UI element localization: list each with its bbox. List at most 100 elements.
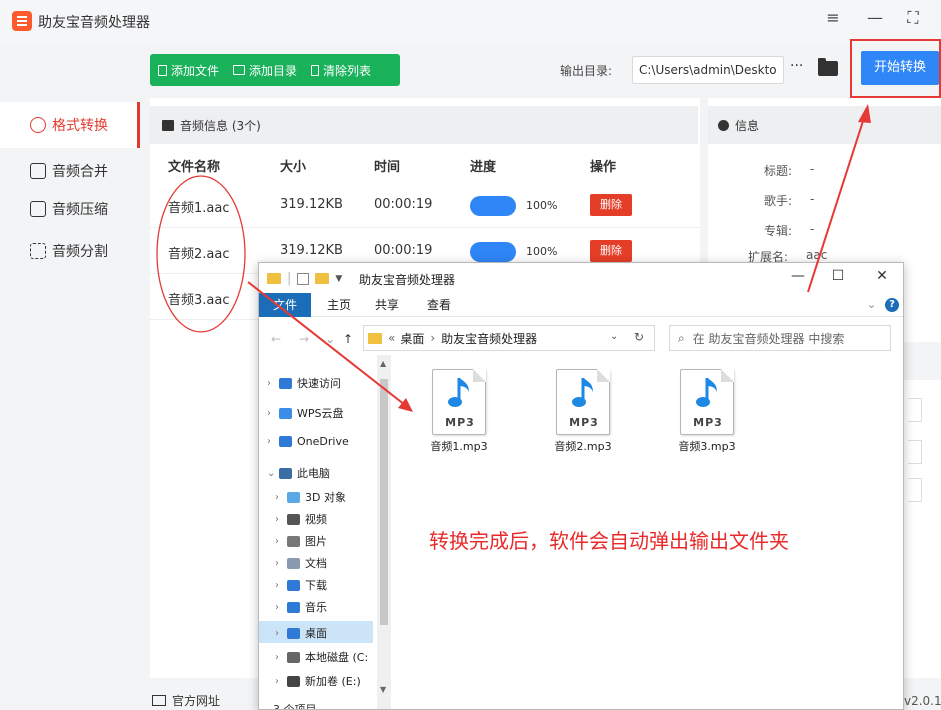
menu-icon[interactable]: ≡ bbox=[820, 8, 846, 27]
open-folder-icon[interactable] bbox=[818, 58, 838, 76]
file-type-badge: MP3 bbox=[569, 416, 599, 429]
tree-item-icon bbox=[287, 535, 300, 547]
tree-item-icon bbox=[287, 651, 300, 663]
convert-icon bbox=[30, 117, 46, 133]
sidebar-item-convert[interactable]: 格式转换 bbox=[0, 102, 140, 148]
sidebar-item-compress[interactable]: 音频压缩 bbox=[0, 186, 140, 232]
tree-item[interactable]: › 3D 对象 bbox=[275, 489, 346, 505]
tree-item-icon bbox=[287, 601, 300, 613]
tab-share[interactable]: 共享 bbox=[367, 293, 407, 317]
add-file-button[interactable]: 添加文件 bbox=[158, 62, 219, 79]
delete-button[interactable]: 删除 bbox=[590, 240, 632, 262]
tab-file[interactable]: 文件 bbox=[259, 293, 311, 317]
chevron-right-icon[interactable]: › bbox=[275, 580, 287, 591]
mp3-file-item[interactable]: MP3 音频3.mp3 bbox=[671, 369, 743, 454]
mp3-file-item[interactable]: MP3 音频1.mp3 bbox=[423, 369, 495, 454]
option-select[interactable] bbox=[908, 398, 922, 422]
file-actions-group: 添加文件 添加目录 清除列表 bbox=[150, 54, 400, 86]
chevron-right-icon[interactable]: › bbox=[275, 602, 287, 613]
chevron-right-icon[interactable]: › bbox=[267, 378, 279, 389]
tree-item[interactable]: › 下载 bbox=[275, 577, 327, 593]
chevron-right-icon[interactable]: › bbox=[267, 408, 279, 419]
help-icon[interactable]: ? bbox=[885, 298, 899, 312]
explorer-close-button[interactable]: ✕ bbox=[871, 268, 893, 284]
folder-icon bbox=[233, 65, 246, 75]
chevron-right-icon[interactable]: › bbox=[275, 652, 287, 663]
address-dropdown-icon[interactable]: ⌄ bbox=[610, 331, 618, 342]
folder-icon bbox=[267, 273, 281, 284]
col-time: 时间 bbox=[374, 160, 401, 175]
tree-item-icon bbox=[287, 513, 300, 525]
annotation-text: 转换完成后，软件会自动弹出输出文件夹 bbox=[429, 529, 789, 553]
chevron-right-icon[interactable]: › bbox=[275, 514, 287, 525]
minimize-button[interactable]: — bbox=[862, 8, 888, 27]
tree-item[interactable]: › OneDrive bbox=[267, 435, 349, 448]
maximize-button[interactable]: ⛶ bbox=[900, 8, 926, 28]
mp3-file-icon: MP3 bbox=[432, 369, 486, 435]
start-convert-button[interactable]: 开始转换 bbox=[861, 51, 939, 85]
file-name: 音频2.aac bbox=[168, 247, 230, 262]
tree-item-icon bbox=[287, 557, 300, 569]
chevron-down-icon[interactable]: ▼ bbox=[335, 274, 342, 284]
ribbon-tabs: 文件 主页 共享 查看 ⌄ ? bbox=[259, 293, 903, 317]
output-dir-field[interactable]: C:\Users\admin\Deskto bbox=[632, 56, 784, 84]
tree-item[interactable]: › 快速访问 bbox=[267, 375, 341, 391]
chevron-right-icon[interactable]: › bbox=[275, 628, 287, 639]
search-input[interactable]: ⌕ 在 助友宝音频处理器 中搜索 bbox=[669, 325, 891, 351]
new-folder-icon[interactable] bbox=[315, 273, 330, 284]
scrollbar-thumb[interactable] bbox=[380, 379, 388, 625]
tree-item-label: 新加卷 (E:) bbox=[305, 675, 361, 688]
option-select[interactable] bbox=[908, 478, 922, 502]
explorer-title-bar: | ▼ 助友宝音频处理器 — ☐ ✕ bbox=[259, 263, 903, 293]
web-icon bbox=[152, 695, 166, 706]
chevron-down-icon[interactable]: ⌄ bbox=[267, 468, 279, 479]
progress-percent: 100% bbox=[526, 245, 558, 258]
website-link[interactable]: 官方网址 bbox=[152, 692, 220, 709]
tree-item[interactable]: › WPS云盘 bbox=[267, 405, 344, 421]
add-dir-button[interactable]: 添加目录 bbox=[233, 62, 297, 79]
version-label: v2.0.1 bbox=[904, 694, 941, 708]
clear-list-button[interactable]: 清除列表 bbox=[311, 62, 371, 79]
delete-button[interactable]: 删除 bbox=[590, 194, 632, 216]
image-icon bbox=[162, 119, 174, 131]
forward-arrow-icon[interactable]: → bbox=[299, 332, 309, 346]
properties-icon[interactable] bbox=[297, 272, 310, 285]
back-arrow-icon[interactable]: ← bbox=[271, 332, 281, 346]
tree-item[interactable]: › 新加卷 (E:) bbox=[275, 673, 361, 689]
chevron-right-icon[interactable]: › bbox=[275, 558, 287, 569]
tree-scrollbar[interactable]: ▲ ▼ bbox=[377, 355, 391, 709]
tree-item[interactable]: ⌄ 此电脑 bbox=[267, 465, 330, 481]
breadcrumb-desktop[interactable]: 桌面 bbox=[400, 330, 424, 347]
tree-item-label: 音乐 bbox=[305, 601, 327, 614]
tree-item-label: WPS云盘 bbox=[297, 407, 344, 420]
tree-item[interactable]: › 桌面 bbox=[275, 625, 327, 641]
history-chevron-icon[interactable]: ⌄ bbox=[325, 332, 335, 346]
breadcrumb-folder[interactable]: 助友宝音频处理器 bbox=[441, 330, 537, 347]
table-row[interactable]: 音频1.aac 319.12KB 00:00:19 100% 删除 bbox=[150, 182, 700, 228]
ribbon-expand-icon[interactable]: ⌄ bbox=[867, 298, 876, 311]
music-note-icon bbox=[696, 378, 717, 407]
explorer-window: | ▼ 助友宝音频处理器 — ☐ ✕ 文件 主页 共享 查看 ⌄ ? ← → ⌄… bbox=[258, 262, 904, 710]
browse-more-button[interactable]: ··· bbox=[790, 58, 803, 74]
tree-item[interactable]: › 音乐 bbox=[275, 599, 327, 615]
tree-item-label: 快速访问 bbox=[297, 377, 341, 390]
explorer-minimize-button[interactable]: — bbox=[787, 268, 809, 284]
tree-item[interactable]: › 本地磁盘 (C: bbox=[275, 649, 368, 665]
chevron-right-icon[interactable]: › bbox=[275, 676, 287, 687]
address-bar[interactable]: « 桌面 › 助友宝音频处理器 ⌄ ↻ bbox=[363, 325, 655, 351]
mp3-file-item[interactable]: MP3 音频2.mp3 bbox=[547, 369, 619, 454]
sidebar: 格式转换 音频合并 音频压缩 音频分割 bbox=[0, 98, 140, 710]
tree-item[interactable]: › 图片 bbox=[275, 533, 327, 549]
up-arrow-icon[interactable]: ↑ bbox=[343, 332, 353, 346]
chevron-right-icon[interactable]: › bbox=[275, 492, 287, 503]
chevron-right-icon[interactable]: › bbox=[275, 536, 287, 547]
tab-home[interactable]: 主页 bbox=[319, 293, 359, 317]
chevron-right-icon[interactable]: › bbox=[267, 436, 279, 447]
tab-view[interactable]: 查看 bbox=[419, 293, 459, 317]
explorer-maximize-button[interactable]: ☐ bbox=[827, 268, 849, 284]
tree-item[interactable]: › 视频 bbox=[275, 511, 327, 527]
refresh-icon[interactable]: ↻ bbox=[634, 330, 644, 344]
tree-item[interactable]: › 文档 bbox=[275, 555, 327, 571]
sidebar-item-split[interactable]: 音频分割 bbox=[0, 228, 140, 274]
option-select[interactable] bbox=[908, 440, 922, 464]
